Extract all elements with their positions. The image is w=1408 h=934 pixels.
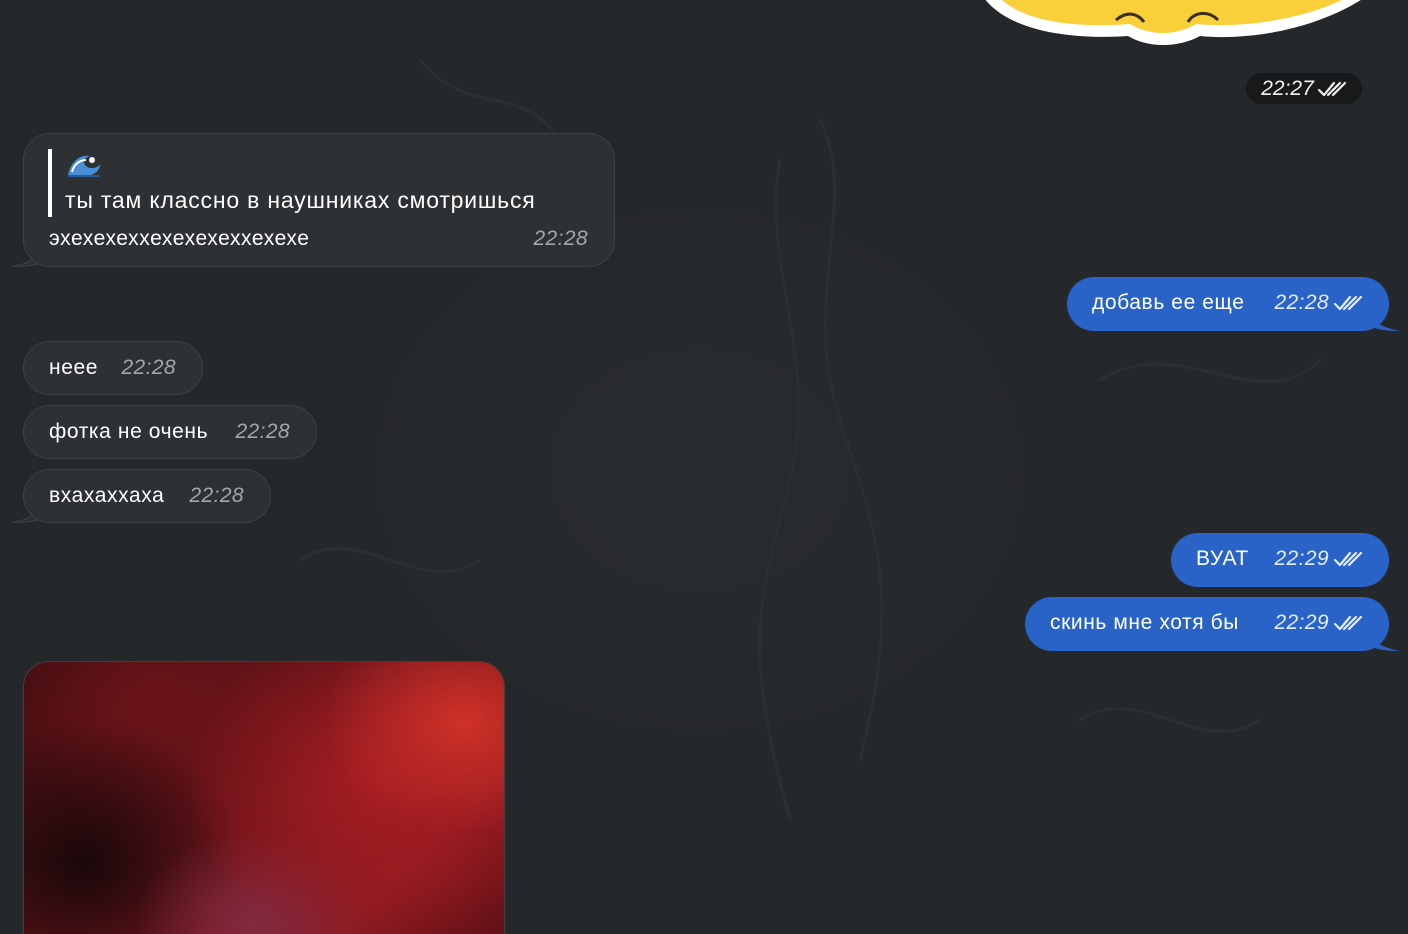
message-text: вхахаххаха bbox=[49, 484, 165, 507]
message-incoming[interactable]: фотка не очень 22:28 bbox=[23, 405, 317, 459]
message-text: добавь ее еще bbox=[1092, 291, 1245, 314]
message-body: эхехехеххехехехеххехехе 22:28 bbox=[49, 227, 588, 251]
chat-view: 22:27 ты там классно в наушниках смотриш… bbox=[0, 0, 1408, 934]
message-incoming[interactable]: вхахаххаха 22:28 bbox=[23, 469, 271, 523]
double-check-icon bbox=[1333, 551, 1363, 567]
message-time: 22:28 bbox=[189, 484, 244, 507]
sticker-time: 22:27 bbox=[1261, 77, 1314, 100]
message-outgoing[interactable]: скинь мне хотя бы 22:29 bbox=[1025, 597, 1389, 651]
message-time: 22:28 bbox=[1274, 291, 1329, 314]
message-text: неее bbox=[49, 356, 99, 379]
message-text: эхехехеххехехехеххехехе bbox=[49, 227, 310, 250]
message-incoming[interactable]: неее 22:28 bbox=[23, 341, 203, 395]
message-time: 22:28 bbox=[533, 227, 588, 250]
double-check-icon bbox=[1317, 81, 1346, 97]
message-time: 22:28 bbox=[235, 420, 290, 443]
message-time: 22:29 bbox=[1274, 611, 1329, 634]
reply-quote-text: ты там классно в наушниках смотришься bbox=[65, 187, 536, 213]
message-time: 22:28 bbox=[121, 356, 176, 379]
sticker-timestamp: 22:27 bbox=[1246, 73, 1362, 104]
wave-emoji-icon bbox=[68, 155, 100, 177]
reply-quote[interactable]: ты там классно в наушниках смотришься bbox=[48, 149, 608, 217]
photo-message[interactable] bbox=[23, 661, 505, 934]
message-text: ВУАТ bbox=[1196, 547, 1249, 570]
double-check-icon bbox=[1333, 295, 1363, 311]
message-text: фотка не очень bbox=[49, 420, 209, 443]
message-outgoing[interactable]: добавь ее еще 22:28 bbox=[1067, 277, 1389, 331]
double-check-icon bbox=[1333, 615, 1363, 631]
sticker[interactable] bbox=[978, 0, 1370, 46]
message-text: скинь мне хотя бы bbox=[1050, 611, 1239, 634]
message-time: 22:29 bbox=[1274, 547, 1329, 570]
message-incoming-reply[interactable]: ты там классно в наушниках смотришься эх… bbox=[23, 133, 615, 267]
message-outgoing[interactable]: ВУАТ 22:29 bbox=[1171, 533, 1389, 587]
